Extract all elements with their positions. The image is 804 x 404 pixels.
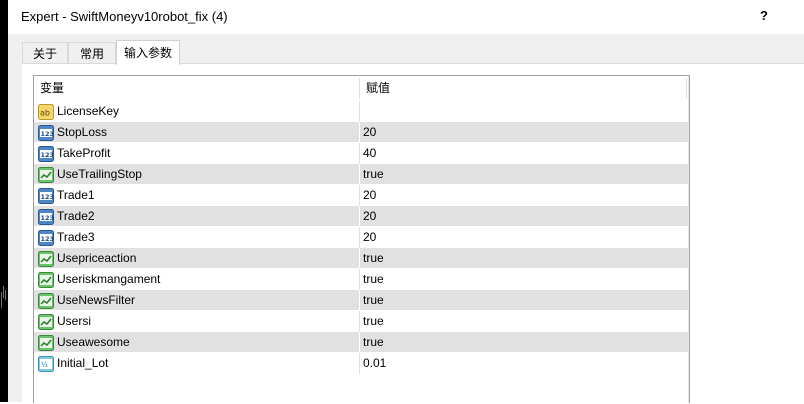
title-bar[interactable]: Expert - SwiftMoneyv10robot_fix (4) ?: [8, 0, 804, 34]
parameter-name-cell[interactable]: ab LicenseKey: [34, 101, 359, 122]
parameter-name: Initial_Lot: [57, 356, 109, 370]
inputs-grid: 变量 赋值 ab LicenseKey 123 StopLoss 20 123 TakePr…: [33, 75, 690, 404]
chart-candle: [5, 290, 6, 300]
svg-text:123: 123: [41, 130, 55, 138]
parameter-value[interactable]: true: [360, 269, 689, 290]
tab-common[interactable]: 常用: [68, 42, 116, 64]
tab-inputs[interactable]: 输入参数: [116, 40, 180, 65]
parameter-name-cell[interactable]: 123 TakeProfit: [34, 143, 359, 164]
background-chart-edge: [0, 0, 8, 402]
parameter-name: StopLoss: [57, 125, 108, 139]
parameter-row[interactable]: 123 Trade1 20: [34, 185, 689, 206]
svg-text:ab: ab: [40, 108, 50, 117]
parameter-name: LicenseKey: [57, 104, 120, 118]
string-type-icon: ab: [38, 103, 54, 120]
parameter-row[interactable]: Usepriceaction true: [34, 248, 689, 269]
parameter-name-cell[interactable]: 123 Trade2: [34, 206, 359, 227]
parameter-value[interactable]: 20: [360, 185, 689, 206]
boolean-type-icon: [38, 292, 54, 309]
parameter-row[interactable]: 123 Trade3 20: [34, 227, 689, 248]
parameter-row[interactable]: 123 StopLoss 20: [34, 122, 689, 143]
expert-dialog: Expert - SwiftMoneyv10robot_fix (4) ? 关于…: [8, 0, 804, 404]
parameter-row[interactable]: ab LicenseKey: [34, 101, 689, 122]
parameter-value[interactable]: true: [360, 248, 689, 269]
inputs-panel: 变量 赋值 ab LicenseKey 123 StopLoss 20 123 TakePr…: [22, 63, 804, 404]
parameter-row[interactable]: ½ Initial_Lot 0.01: [34, 353, 689, 374]
parameter-name-cell[interactable]: 123 Trade1: [34, 185, 359, 206]
parameter-name-cell[interactable]: Useriskmangament: [34, 269, 359, 290]
parameter-row[interactable]: Usersi true: [34, 311, 689, 332]
integer-type-icon: 123: [38, 145, 55, 162]
parameter-name-cell[interactable]: UseNewsFilter: [34, 290, 359, 311]
integer-type-icon: 123: [38, 124, 55, 141]
boolean-type-icon: [38, 271, 54, 288]
chart-candle: [3, 286, 4, 298]
parameter-name-cell[interactable]: Useawesome: [34, 332, 359, 353]
parameter-value[interactable]: [360, 101, 689, 122]
column-divider[interactable]: [686, 78, 687, 99]
parameter-value[interactable]: true: [360, 290, 689, 311]
parameter-name: TakeProfit: [57, 146, 111, 160]
parameter-value[interactable]: 0.01: [360, 353, 689, 374]
help-button[interactable]: ?: [750, 4, 778, 28]
chart-candle: [1, 292, 2, 308]
parameter-row[interactable]: Useawesome true: [34, 332, 689, 353]
parameter-name-cell[interactable]: 123 StopLoss: [34, 122, 359, 143]
parameter-name: UseTrailingStop: [57, 167, 142, 181]
boolean-type-icon: [38, 313, 54, 330]
parameter-name: Trade2: [57, 209, 95, 223]
parameter-value[interactable]: 20: [360, 122, 689, 143]
parameter-name: Trade3: [57, 230, 95, 244]
svg-text:123: 123: [41, 214, 55, 222]
svg-text:½: ½: [41, 361, 48, 369]
parameter-name: Usepriceaction: [57, 251, 137, 265]
grid-edge: [688, 76, 689, 404]
parameter-name-cell[interactable]: ½ Initial_Lot: [34, 353, 359, 374]
parameter-value[interactable]: true: [360, 311, 689, 332]
parameter-value[interactable]: 20: [360, 206, 689, 227]
window-title: Expert - SwiftMoneyv10robot_fix (4): [21, 9, 228, 24]
parameter-name-cell[interactable]: Usepriceaction: [34, 248, 359, 269]
parameter-name: Usersi: [57, 314, 92, 328]
svg-text:123: 123: [41, 235, 55, 243]
parameter-name-cell[interactable]: Usersi: [34, 311, 359, 332]
integer-type-icon: 123: [38, 187, 55, 204]
parameter-value[interactable]: 20: [360, 227, 689, 248]
svg-text:123: 123: [41, 151, 55, 159]
parameter-name: Trade1: [57, 188, 95, 202]
parameter-row[interactable]: UseNewsFilter true: [34, 290, 689, 311]
boolean-type-icon: [38, 334, 54, 351]
svg-text:123: 123: [41, 193, 55, 201]
parameter-value[interactable]: 40: [360, 143, 689, 164]
double-type-icon: ½: [38, 355, 54, 372]
column-header-value[interactable]: 赋值: [360, 76, 685, 101]
integer-type-icon: 123: [38, 229, 55, 246]
parameter-value[interactable]: true: [360, 164, 689, 185]
parameter-name-cell[interactable]: 123 Trade3: [34, 227, 359, 248]
column-header-variable[interactable]: 变量: [34, 76, 359, 101]
parameter-row[interactable]: 123 TakeProfit 40: [34, 143, 689, 164]
parameter-value[interactable]: true: [360, 332, 689, 353]
parameter-name: UseNewsFilter: [57, 293, 136, 307]
parameter-row[interactable]: UseTrailingStop true: [34, 164, 689, 185]
boolean-type-icon: [38, 250, 54, 267]
parameter-row[interactable]: Useriskmangament true: [34, 269, 689, 290]
grid-header: 变量 赋值: [34, 76, 689, 101]
boolean-type-icon: [38, 166, 54, 183]
parameter-name-cell[interactable]: UseTrailingStop: [34, 164, 359, 185]
integer-type-icon: 123: [38, 208, 55, 225]
tab-about[interactable]: 关于: [22, 42, 68, 64]
parameter-name: Useawesome: [57, 335, 130, 349]
parameter-name: Useriskmangament: [57, 272, 161, 286]
parameter-row[interactable]: 123 Trade2 20: [34, 206, 689, 227]
